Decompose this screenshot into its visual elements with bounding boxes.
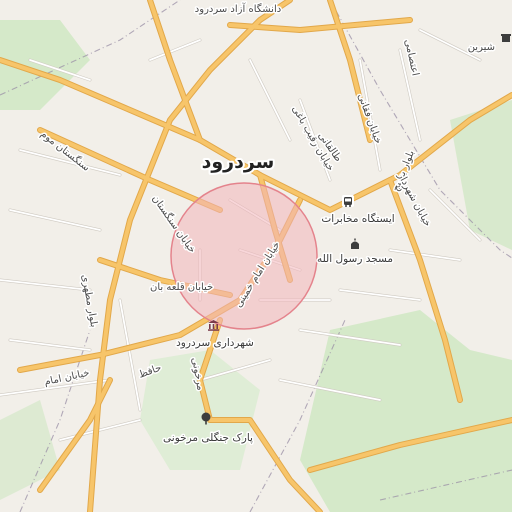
poi-bus-stop-label: ایستگاه مخابرات — [321, 212, 394, 225]
shop-icon[interactable] — [501, 30, 511, 46]
map-base-layer: دانشگاه آزاد سردرود شیرین اعتصامی خیابان… — [0, 0, 512, 512]
label-shirin: شیرین — [468, 42, 495, 53]
poi-municipality-label: شهرداری سردرود — [176, 337, 254, 349]
city-label: سردرود — [202, 151, 275, 173]
building-icon[interactable] — [207, 318, 220, 334]
map-canvas[interactable]: دانشگاه آزاد سردرود شیرین اعتصامی خیابان… — [0, 0, 512, 512]
poi-park-label: پارک جنگلی مرخونی — [163, 431, 253, 444]
mosque-icon[interactable] — [349, 237, 361, 253]
tree-icon[interactable] — [200, 412, 212, 428]
bus-icon[interactable] — [342, 195, 354, 207]
poi-mosque-label: مسجد رسول الله — [317, 253, 393, 265]
label-university: دانشگاه آزاد سردرود — [195, 2, 281, 15]
label-qalebon: خیابان قلعه بان — [150, 282, 213, 293]
